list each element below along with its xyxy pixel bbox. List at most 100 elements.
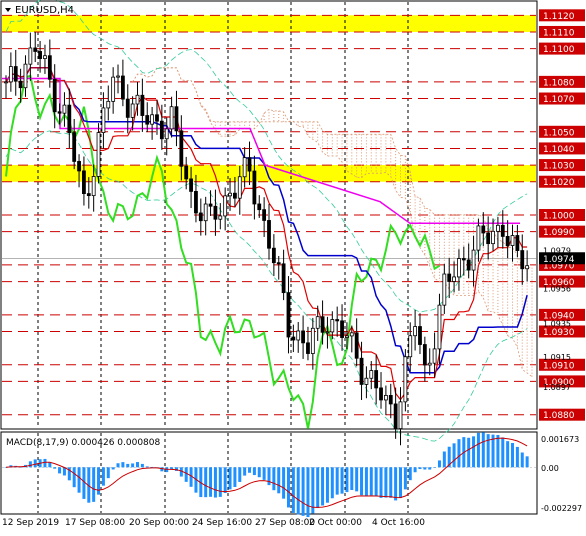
candle-body <box>296 330 301 341</box>
macd-histogram-bar <box>408 467 412 481</box>
candle-body <box>4 81 8 84</box>
chart-window[interactable]: 12 Sep 2019 17 Sep 08:00 20 Sep 00:00 24 Se… <box>0 0 586 532</box>
macd-histogram-bar <box>511 443 515 468</box>
symbol-label: EURUSD,H4 <box>15 5 74 16</box>
candle-body <box>257 203 262 211</box>
candle-body <box>340 320 344 338</box>
candle-body <box>306 342 310 354</box>
candle-body <box>335 319 340 322</box>
candle-body <box>408 335 413 358</box>
macd-histogram-bar <box>428 467 432 470</box>
macd-histogram-bar <box>399 467 402 498</box>
macd-histogram-bar <box>72 467 76 488</box>
macd-histogram-bar <box>486 434 490 468</box>
macd-histogram-bar <box>345 467 349 493</box>
candle-body <box>77 161 81 172</box>
candle-body <box>320 316 325 333</box>
macd-histogram-bar <box>457 439 461 468</box>
macd-histogram-bar <box>437 460 441 468</box>
macd-histogram-bar <box>360 467 364 496</box>
candle-body <box>271 247 276 264</box>
macd-histogram-bar <box>53 467 57 469</box>
candle-body <box>525 265 530 270</box>
macd-histogram-bar <box>369 467 373 496</box>
macd-scale-label: 0.00 <box>541 464 559 473</box>
candle-body <box>96 132 101 177</box>
macd-histogram-bar <box>291 467 295 513</box>
candle-body <box>228 192 232 197</box>
macd-histogram-bar <box>277 467 281 494</box>
candle-body <box>218 215 223 220</box>
candle-body <box>413 326 418 337</box>
candle-body <box>491 230 495 245</box>
candle-body <box>354 332 359 359</box>
macd-histogram-bar <box>330 467 334 499</box>
candle-body <box>349 332 354 337</box>
macd-histogram-bar <box>452 443 456 468</box>
candle-body <box>442 273 447 306</box>
macd-histogram-bar <box>204 467 208 498</box>
candle-body <box>315 316 320 329</box>
macd-histogram-bar <box>243 467 247 476</box>
candle-body <box>23 63 28 89</box>
candle-body <box>286 292 291 338</box>
macd-histogram-bar <box>301 467 305 516</box>
candle-body <box>208 203 213 207</box>
candle-body <box>325 331 330 334</box>
macd-histogram-bar <box>442 451 446 468</box>
macd-histogram-bar <box>92 467 96 502</box>
macd-histogram-bar <box>476 432 480 468</box>
macd-histogram-bar <box>209 467 213 497</box>
macd-histogram-bar <box>350 467 354 490</box>
macd-histogram-bar <box>433 467 437 468</box>
price-chart-svg[interactable]: 12 Sep 2019 17 Sep 08:00 20 Sep 00:00 24 Se… <box>0 0 586 532</box>
candle-body <box>125 98 130 118</box>
price-scale-label: 1.0897 <box>543 383 571 392</box>
macd-scale-label: -0.002297 <box>541 504 582 513</box>
current-price-label: 1.0974 <box>543 255 575 265</box>
macd-histogram-bar <box>28 461 32 468</box>
candle-body <box>38 51 42 59</box>
macd-histogram-bar <box>111 467 115 470</box>
price-scale-label: 1.0915 <box>543 353 571 362</box>
level-price-label: 1.1100 <box>543 45 575 55</box>
macd-histogram-bar <box>160 467 164 472</box>
macd-histogram-bar <box>403 467 407 490</box>
candle-body <box>281 263 286 294</box>
macd-histogram-bar <box>136 462 139 468</box>
level-price-label: 1.0880 <box>543 411 575 421</box>
candle-body <box>422 344 427 366</box>
candle-body <box>476 225 481 251</box>
candle-body <box>403 356 408 403</box>
macd-histogram-bar <box>33 459 37 468</box>
macd-histogram-bar <box>515 446 519 468</box>
candle-body <box>330 319 335 333</box>
candle-body <box>452 276 456 282</box>
candle-body <box>432 348 437 364</box>
macd-histogram-bar <box>423 467 427 470</box>
candle-body <box>67 104 72 134</box>
macd-histogram-bar <box>267 467 271 486</box>
candle-body <box>437 304 442 350</box>
candle-body <box>189 178 193 192</box>
candle-body <box>223 195 228 217</box>
level-price-label: 1.1120 <box>543 12 575 22</box>
macd-histogram-bar <box>106 467 110 479</box>
macd-histogram-bar <box>389 467 393 498</box>
time-tick-label: 12 Sep 2019 <box>2 518 59 528</box>
candle-body <box>359 357 364 385</box>
candle-body <box>33 47 38 52</box>
time-tick-label: 27 Sep 08:00 <box>255 518 315 528</box>
price-scale-label: 1.0935 <box>543 320 571 329</box>
macd-histogram-bar <box>252 467 256 476</box>
candle-body <box>140 94 145 116</box>
candle-body <box>267 220 271 249</box>
candle-body <box>116 75 120 78</box>
candle-body <box>91 176 96 197</box>
candle-body <box>369 370 374 379</box>
candle-body <box>481 225 486 234</box>
candle-body <box>57 111 62 114</box>
level-price-label: 1.1020 <box>543 178 575 188</box>
macd-histogram-bar <box>131 463 135 468</box>
candle-body <box>247 157 252 172</box>
